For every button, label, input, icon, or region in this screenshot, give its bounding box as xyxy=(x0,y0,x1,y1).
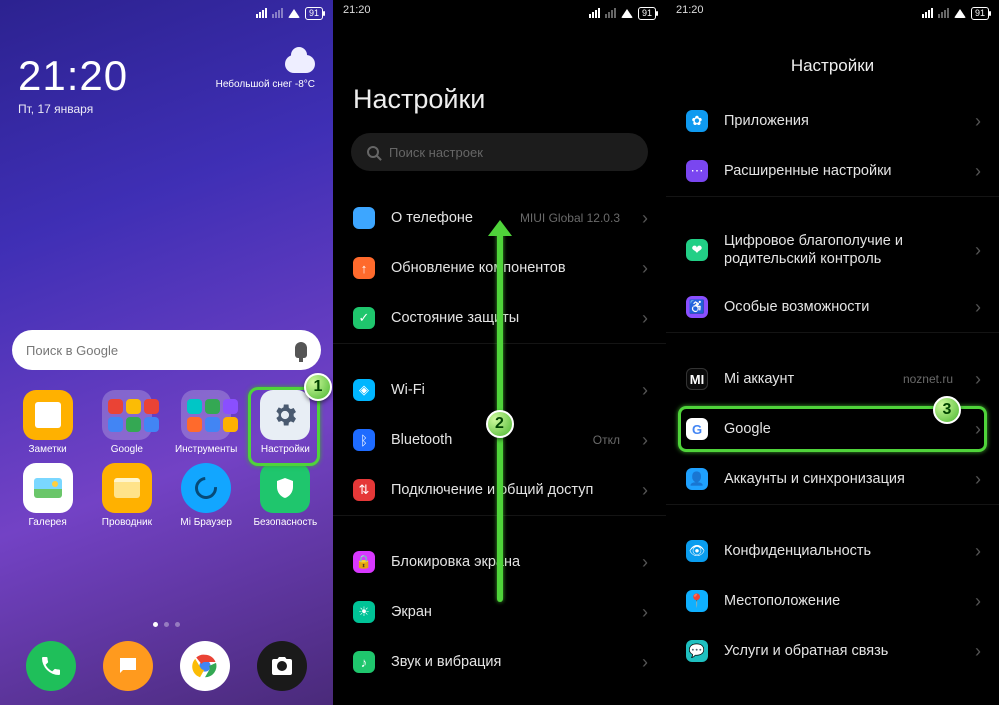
step-badge-1: 1 xyxy=(304,373,332,401)
mi-icon: MI xyxy=(686,368,708,390)
shield-icon: ✓ xyxy=(353,307,375,329)
signal2-icon xyxy=(605,8,616,18)
search-placeholder: Поиск настроек xyxy=(389,145,483,160)
chevron-right-icon: › xyxy=(642,552,648,573)
wifi-icon xyxy=(621,9,633,18)
row-advanced[interactable]: ⋯ Расширенные настройки › xyxy=(666,146,999,196)
signal-icon xyxy=(589,8,600,18)
chevron-right-icon: › xyxy=(975,111,981,132)
advanced-icon: ⋯ xyxy=(686,160,708,182)
app-security[interactable]: Безопасность xyxy=(248,463,323,528)
chevron-right-icon: › xyxy=(975,369,981,390)
search-icon xyxy=(367,146,379,158)
wellbeing-icon: ❤ xyxy=(686,239,708,261)
home-screen: 91 21:20 Пт, 17 января Небольшой снег -8… xyxy=(0,0,333,705)
phone-info-icon xyxy=(353,207,375,229)
chevron-right-icon: › xyxy=(642,602,648,623)
app-tools-folder[interactable]: Инструменты xyxy=(169,390,244,455)
messages-icon[interactable] xyxy=(103,641,153,691)
wifi-icon xyxy=(288,9,300,18)
row-location[interactable]: 📍 Местоположение › xyxy=(666,576,999,626)
chevron-right-icon: › xyxy=(975,541,981,562)
battery-indicator: 91 xyxy=(638,7,656,20)
settings-screen-top: 91 21:20 Настройки Поиск настроек О теле… xyxy=(333,0,666,705)
chevron-right-icon: › xyxy=(642,308,648,329)
chevron-right-icon: › xyxy=(642,480,648,501)
dock xyxy=(0,641,333,691)
phone-icon[interactable] xyxy=(26,641,76,691)
google-search-bar[interactable]: Поиск в Google xyxy=(12,330,321,370)
app-notes[interactable]: Заметки xyxy=(10,390,85,455)
search-placeholder: Поиск в Google xyxy=(26,343,118,358)
highlight-settings-app xyxy=(248,387,320,466)
privacy-icon: 👁 xyxy=(686,540,708,562)
chevron-right-icon: › xyxy=(975,297,981,318)
signal-icon xyxy=(256,8,267,18)
chevron-right-icon: › xyxy=(975,240,981,261)
accessibility-icon: ♿ xyxy=(686,296,708,318)
accounts-icon: 👤 xyxy=(686,468,708,490)
row-sound[interactable]: ♪ Звук и вибрация › xyxy=(333,637,666,687)
row-privacy[interactable]: 👁 Конфиденциальность › xyxy=(666,526,999,576)
chevron-right-icon: › xyxy=(642,380,648,401)
chevron-right-icon: › xyxy=(642,258,648,279)
signal2-icon xyxy=(938,8,949,18)
bluetooth-icon: ᛒ xyxy=(353,429,375,451)
app-browser[interactable]: Mi Браузер xyxy=(169,463,244,528)
signal-icon xyxy=(922,8,933,18)
app-google-folder[interactable]: Google xyxy=(89,390,164,455)
status-bar: 91 xyxy=(0,0,333,22)
row-apps[interactable]: ✿ Приложения › xyxy=(666,96,999,146)
apps-icon: ✿ xyxy=(686,110,708,132)
row-wellbeing[interactable]: ❤ Цифровое благополучие и родительский к… xyxy=(666,218,999,282)
camera-icon[interactable] xyxy=(257,641,307,691)
folder-icon xyxy=(181,390,231,440)
weather-desc: Небольшой снег xyxy=(216,79,292,90)
location-icon: 📍 xyxy=(686,590,708,612)
battery-indicator: 91 xyxy=(971,7,989,20)
shield-icon xyxy=(260,463,310,513)
status-bar: 91 xyxy=(333,0,666,22)
chevron-right-icon: › xyxy=(975,641,981,662)
settings-screen-scrolled: 91 21:20 Настройки ✿ Приложения › ⋯ Расш… xyxy=(666,0,999,705)
chevron-right-icon: › xyxy=(642,208,648,229)
chevron-right-icon: › xyxy=(642,652,648,673)
settings-title: Настройки xyxy=(666,22,999,96)
row-accessibility[interactable]: ♿ Особые возможности › xyxy=(666,282,999,332)
row-accounts-sync[interactable]: 👤 Аккаунты и синхронизация › xyxy=(666,454,999,504)
cloud-icon xyxy=(285,55,315,73)
feedback-icon: 💬 xyxy=(686,640,708,662)
app-gallery[interactable]: Галерея xyxy=(10,463,85,528)
mic-icon[interactable] xyxy=(295,342,307,358)
settings-search[interactable]: Поиск настроек xyxy=(351,133,648,171)
row-feedback[interactable]: 💬 Услуги и обратная связь › xyxy=(666,626,999,676)
tether-icon: ⇅ xyxy=(353,479,375,501)
chrome-icon[interactable] xyxy=(180,641,230,691)
chevron-right-icon: › xyxy=(975,161,981,182)
chevron-right-icon: › xyxy=(975,469,981,490)
chevron-right-icon: › xyxy=(642,430,648,451)
weather-widget[interactable]: Небольшой снег -8°C xyxy=(216,55,315,90)
status-bar: 91 xyxy=(666,0,999,22)
display-icon: ☀ xyxy=(353,601,375,623)
sound-icon: ♪ xyxy=(353,651,375,673)
wifi-icon: ◈ xyxy=(353,379,375,401)
home-date: Пт, 17 января xyxy=(18,102,315,116)
status-time: 21:20 xyxy=(343,4,371,16)
folder-icon xyxy=(102,390,152,440)
chevron-right-icon: › xyxy=(975,591,981,612)
step-badge-3: 3 xyxy=(933,396,961,424)
weather-temp: -8°C xyxy=(295,79,315,90)
settings-title: Настройки xyxy=(333,22,666,133)
page-dots xyxy=(0,622,333,627)
step-badge-2: 2 xyxy=(486,410,514,438)
battery-indicator: 91 xyxy=(305,7,323,20)
status-time: 21:20 xyxy=(676,4,704,16)
app-explorer[interactable]: Проводник xyxy=(89,463,164,528)
lock-icon: 🔒 xyxy=(353,551,375,573)
wifi-icon xyxy=(954,9,966,18)
signal2-icon xyxy=(272,8,283,18)
update-icon: ↑ xyxy=(353,257,375,279)
